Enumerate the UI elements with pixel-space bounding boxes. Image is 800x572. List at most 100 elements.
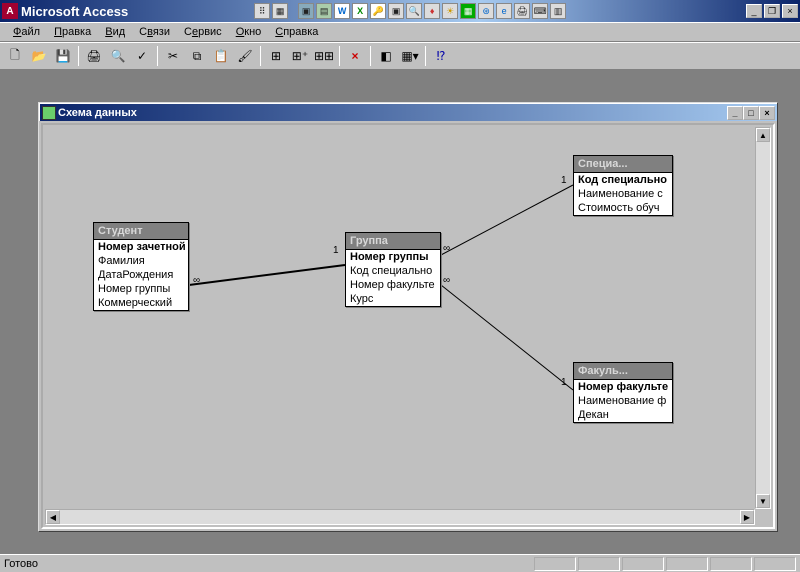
relations-icon xyxy=(42,106,56,120)
print-icon[interactable]: 🖨 xyxy=(83,45,105,67)
table-field[interactable]: Номер зачетной xyxy=(94,240,188,254)
status-text: Готово xyxy=(4,558,38,570)
vertical-scrollbar[interactable]: ▲ ▼ xyxy=(755,127,771,509)
table-speciality[interactable]: Специа... Код специально Наименование с … xyxy=(573,155,673,216)
scroll-up-icon[interactable]: ▲ xyxy=(756,128,770,142)
show-all-icon[interactable]: ⊞⊞ xyxy=(313,45,335,67)
table-field[interactable]: Номер факульте xyxy=(574,380,672,394)
scroll-left-icon[interactable]: ◀ xyxy=(46,510,60,524)
table-title[interactable]: Группа xyxy=(346,233,440,250)
tray-icon[interactable]: ▦ xyxy=(272,3,288,19)
cardinality-many: ∞ xyxy=(443,243,450,254)
menu-service[interactable]: Сервис xyxy=(177,24,229,40)
tray-icon[interactable]: ▣ xyxy=(388,3,404,19)
table-field[interactable]: Номер группы xyxy=(346,250,440,264)
tray-icon[interactable]: ▥ xyxy=(550,3,566,19)
table-field[interactable]: Наименование с xyxy=(574,187,672,201)
access-icon: A xyxy=(2,3,18,19)
save-icon[interactable]: 💾 xyxy=(52,45,74,67)
table-field[interactable]: Код специально xyxy=(346,264,440,278)
preview-icon[interactable]: 🔍 xyxy=(107,45,129,67)
delete-icon[interactable]: × xyxy=(344,45,366,67)
tray-icon[interactable]: 🔍 xyxy=(406,3,422,19)
new-icon[interactable]: 🗋 xyxy=(4,45,26,67)
tray-icon[interactable]: ▦ xyxy=(460,3,476,19)
status-cell xyxy=(578,557,620,571)
table-title[interactable]: Специа... xyxy=(574,156,672,173)
menu-edit[interactable]: Правка xyxy=(47,24,98,40)
menu-view[interactable]: Вид xyxy=(98,24,132,40)
copy-icon[interactable]: ⧉ xyxy=(186,45,208,67)
child-titlebar[interactable]: Схема данных _ □ × xyxy=(39,103,777,121)
tray-icon[interactable]: ☀ xyxy=(442,3,458,19)
spellcheck-icon[interactable]: ✓ xyxy=(131,45,153,67)
relationships-window: Схема данных _ □ × ∞ 1 ∞ 1 ∞ 1 Студент Н… xyxy=(38,102,778,532)
table-title[interactable]: Факуль... xyxy=(574,363,672,380)
tray-icon[interactable]: ▣ xyxy=(298,3,314,19)
table-field[interactable]: Коммерческий xyxy=(94,296,188,310)
tray-icon[interactable]: ⠿ xyxy=(254,3,270,19)
tray-icon[interactable]: W xyxy=(334,3,350,19)
tray-icon[interactable]: ♦ xyxy=(424,3,440,19)
open-icon[interactable]: 📂 xyxy=(28,45,50,67)
system-tray: ⠿ ▦ ▣ ▤ W X 🔑 ▣ 🔍 ♦ ☀ ▦ ⊛ e 🖨 ⌨ ▥ xyxy=(134,3,742,19)
tray-icon[interactable]: ⊛ xyxy=(478,3,494,19)
minimize-button[interactable]: _ xyxy=(746,4,762,18)
tray-icon[interactable]: ⌨ xyxy=(532,3,548,19)
tray-icon[interactable]: ▤ xyxy=(316,3,332,19)
scroll-down-icon[interactable]: ▼ xyxy=(756,494,770,508)
table-field[interactable]: Курс xyxy=(346,292,440,306)
show-direct-icon[interactable]: ⊞⁺ xyxy=(289,45,311,67)
paste-icon[interactable]: 📋 xyxy=(210,45,232,67)
child-maximize-button[interactable]: □ xyxy=(743,106,759,120)
tray-icon[interactable]: 🔑 xyxy=(370,3,386,19)
close-button[interactable]: × xyxy=(782,4,798,18)
table-field[interactable]: Код специально xyxy=(574,173,672,187)
cardinality-many: ∞ xyxy=(193,275,200,286)
add-table-icon[interactable]: ⊞ xyxy=(265,45,287,67)
table-faculty[interactable]: Факуль... Номер факульте Наименование ф … xyxy=(573,362,673,423)
table-field[interactable]: Номер факульте xyxy=(346,278,440,292)
child-close-button[interactable]: × xyxy=(759,106,775,120)
table-student[interactable]: Студент Номер зачетной Фамилия ДатаРожде… xyxy=(93,222,189,311)
cardinality-one: 1 xyxy=(333,245,339,256)
tray-icon[interactable]: 🖨 xyxy=(514,3,530,19)
status-cell xyxy=(666,557,708,571)
statusbar: Готово xyxy=(0,554,800,572)
db-window-icon[interactable]: ◧ xyxy=(375,45,397,67)
table-field[interactable]: Номер группы xyxy=(94,282,188,296)
horizontal-scrollbar[interactable]: ◀ ▶ xyxy=(45,509,755,525)
status-cell xyxy=(710,557,752,571)
child-minimize-button[interactable]: _ xyxy=(727,106,743,120)
cardinality-many: ∞ xyxy=(443,275,450,286)
help-icon[interactable]: ⁉ xyxy=(430,45,452,67)
menubar: Файл Правка Вид Связи Сервис Окно Справк… xyxy=(0,22,800,42)
tray-icon[interactable]: X xyxy=(352,3,368,19)
table-field[interactable]: Наименование ф xyxy=(574,394,672,408)
table-field[interactable]: ДатаРождения xyxy=(94,268,188,282)
table-group[interactable]: Группа Номер группы Код специально Номер… xyxy=(345,232,441,307)
format-painter-icon[interactable]: 🖌 xyxy=(234,45,256,67)
cardinality-one: 1 xyxy=(561,377,567,388)
cut-icon[interactable]: ✂ xyxy=(162,45,184,67)
menu-window[interactable]: Окно xyxy=(229,24,269,40)
relationships-canvas[interactable]: ∞ 1 ∞ 1 ∞ 1 Студент Номер зачетной Фамил… xyxy=(41,123,775,529)
restore-button[interactable]: ❐ xyxy=(764,4,780,18)
app-title: Microsoft Access xyxy=(21,4,128,19)
table-field[interactable]: Стоимость обуч xyxy=(574,201,672,215)
menu-relations[interactable]: Связи xyxy=(132,24,177,40)
menu-file[interactable]: Файл xyxy=(6,24,47,40)
menu-help[interactable]: Справка xyxy=(268,24,325,40)
window-controls: _ ❐ × xyxy=(746,4,798,18)
status-cell xyxy=(534,557,576,571)
cardinality-one: 1 xyxy=(561,175,567,186)
tray-icon[interactable]: e xyxy=(496,3,512,19)
scroll-right-icon[interactable]: ▶ xyxy=(740,510,754,524)
child-title-text: Схема данных xyxy=(58,107,137,119)
toolbar: 🗋 📂 💾 🖨 🔍 ✓ ✂ ⧉ 📋 🖌 ⊞ ⊞⁺ ⊞⊞ × ◧ ▦▾ ⁉ xyxy=(0,42,800,70)
status-cell xyxy=(622,557,664,571)
table-field[interactable]: Декан xyxy=(574,408,672,422)
new-object-icon[interactable]: ▦▾ xyxy=(399,45,421,67)
table-title[interactable]: Студент xyxy=(94,223,188,240)
table-field[interactable]: Фамилия xyxy=(94,254,188,268)
